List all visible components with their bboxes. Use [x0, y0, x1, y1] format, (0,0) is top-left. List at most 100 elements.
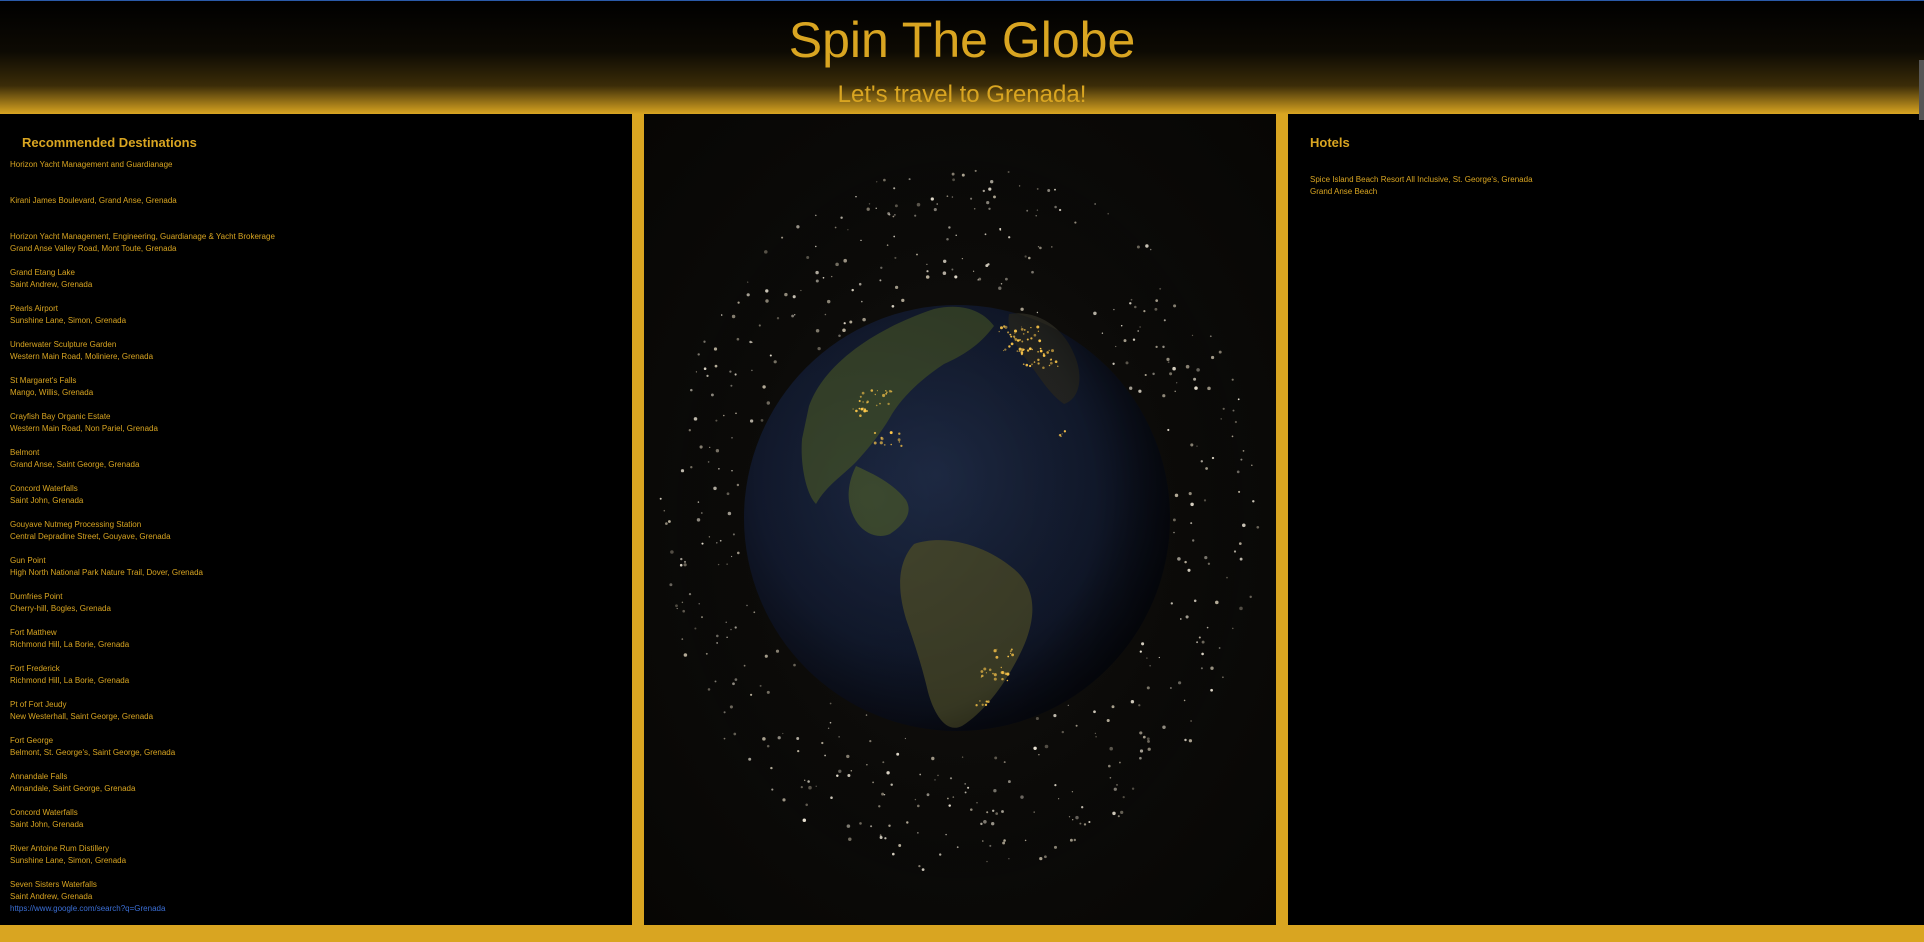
destination-item[interactable]: Pearls Airport Sunshine Lane, Simon, Gren…	[10, 303, 275, 339]
star	[1185, 364, 1190, 369]
star	[736, 337, 740, 341]
star	[697, 353, 700, 356]
star	[870, 825, 873, 828]
star	[1039, 246, 1042, 250]
city-light	[1021, 340, 1024, 343]
city-light	[876, 390, 878, 392]
globe-canvas[interactable]	[644, 114, 1276, 925]
hotel-item[interactable]: Spice Island Beach Resort All Inclusive,…	[1310, 174, 1533, 198]
star	[1198, 636, 1201, 639]
star	[1159, 287, 1162, 290]
destination-item[interactable]: Fort Frederick Richmond Hill, La Borie, G…	[10, 663, 275, 699]
star	[942, 271, 947, 275]
star	[896, 752, 900, 756]
destination-item[interactable]: Horizon Yacht Management, Engineering, G…	[10, 231, 275, 267]
star	[793, 663, 796, 667]
star	[1179, 618, 1182, 620]
destination-item[interactable]: St Margaret's Falls Mango, Willis, Grenad…	[10, 375, 275, 411]
earth-globe[interactable]	[744, 305, 1170, 731]
star	[1028, 256, 1031, 260]
destination-address: Mango, Willis, Grenada	[10, 388, 94, 397]
city-light	[1004, 348, 1007, 351]
destination-item[interactable]: Concord Waterfalls Saint John, Grenada	[10, 483, 275, 519]
star	[753, 611, 756, 614]
destination-item[interactable]: Fort Matthew Richmond Hill, La Borie, Gre…	[10, 627, 275, 663]
star	[1026, 209, 1029, 212]
star	[991, 822, 995, 826]
star	[667, 520, 671, 523]
star	[1209, 335, 1212, 338]
star	[939, 853, 942, 856]
city-light	[880, 437, 884, 441]
destination-item[interactable]: Horizon Yacht Management and Guardianage	[10, 159, 275, 195]
star	[998, 286, 1002, 290]
star	[977, 279, 979, 281]
star	[1220, 418, 1222, 420]
destination-item[interactable]: Fort George Belmont, St. George's, Saint …	[10, 735, 275, 771]
star	[792, 295, 796, 299]
destination-item[interactable]: Kirani James Boulevard, Grand Anse, Gren…	[10, 195, 275, 231]
star	[729, 370, 732, 373]
destination-item[interactable]: River Antoine Rum Distillery Sunshine Lan…	[10, 843, 275, 879]
destination-name: Pearls Airport	[10, 304, 59, 313]
star	[730, 628, 732, 631]
destination-name: Grand Etang Lake	[10, 268, 75, 277]
star	[800, 785, 803, 789]
star	[1051, 246, 1053, 248]
star	[690, 388, 693, 392]
destination-item[interactable]: Gouyave Nutmeg Processing Station Central…	[10, 519, 275, 555]
star	[1231, 435, 1234, 438]
destination-item[interactable]: Pt of Fort Jeudy New Westerhall, Saint Ge…	[10, 699, 275, 735]
star	[888, 824, 891, 828]
window-scrollbar[interactable]	[1919, 60, 1924, 120]
destination-item[interactable]: Concord Waterfalls Saint John, Grenada	[10, 807, 275, 843]
city-light	[875, 404, 878, 407]
star	[851, 288, 854, 292]
city-light	[1001, 671, 1005, 675]
destination-item[interactable]: Dumfries Point Cherry-hill, Bogles, Grena…	[10, 591, 275, 627]
star	[835, 262, 839, 267]
star	[1069, 838, 1073, 842]
star	[1116, 784, 1118, 786]
star	[1132, 338, 1136, 341]
destination-item[interactable]: Gun Point High North National Park Nature…	[10, 555, 275, 591]
google-search-link[interactable]: https://www.google.com/search?q=Grenada	[10, 904, 165, 913]
city-light	[1028, 364, 1032, 368]
star	[802, 818, 807, 822]
destination-name: Kirani James Boulevard, Grand Anse, Gren…	[10, 196, 177, 205]
star	[919, 773, 922, 776]
destination-item[interactable]: Underwater Sculpture Garden Western Main …	[10, 339, 275, 375]
city-light	[885, 390, 887, 392]
star	[1036, 209, 1039, 211]
city-light	[1007, 655, 1010, 658]
star	[1185, 615, 1189, 619]
star	[1155, 345, 1158, 349]
destination-item[interactable]: Annandale Falls Annandale, Saint George, …	[10, 771, 275, 807]
star	[901, 298, 905, 303]
city-light	[1030, 326, 1032, 329]
star	[764, 654, 768, 658]
destination-item[interactable]: Crayfish Bay Organic Estate Western Main …	[10, 411, 275, 447]
hotel-description: Grand Anse Beach	[1310, 187, 1378, 196]
star	[1024, 255, 1027, 258]
star	[916, 202, 921, 207]
star	[764, 250, 768, 254]
destination-item[interactable]: Grand Etang Lake Saint Andrew, Grenada	[10, 267, 275, 303]
destination-item[interactable]: Belmont Grand Anse, Saint George, Grenada	[10, 447, 275, 483]
star	[1222, 676, 1224, 679]
star	[993, 195, 996, 199]
star	[713, 347, 718, 351]
star	[914, 798, 917, 801]
globe-panel[interactable]	[644, 114, 1276, 925]
city-light	[1011, 653, 1015, 657]
star	[1079, 822, 1082, 825]
star	[1145, 244, 1149, 248]
star	[882, 761, 885, 764]
star	[988, 207, 991, 210]
destination-name: Underwater Sculpture Garden	[10, 340, 117, 349]
star	[1238, 490, 1241, 493]
star	[948, 804, 951, 807]
star	[926, 263, 928, 266]
star	[796, 225, 800, 229]
star	[1054, 784, 1057, 787]
